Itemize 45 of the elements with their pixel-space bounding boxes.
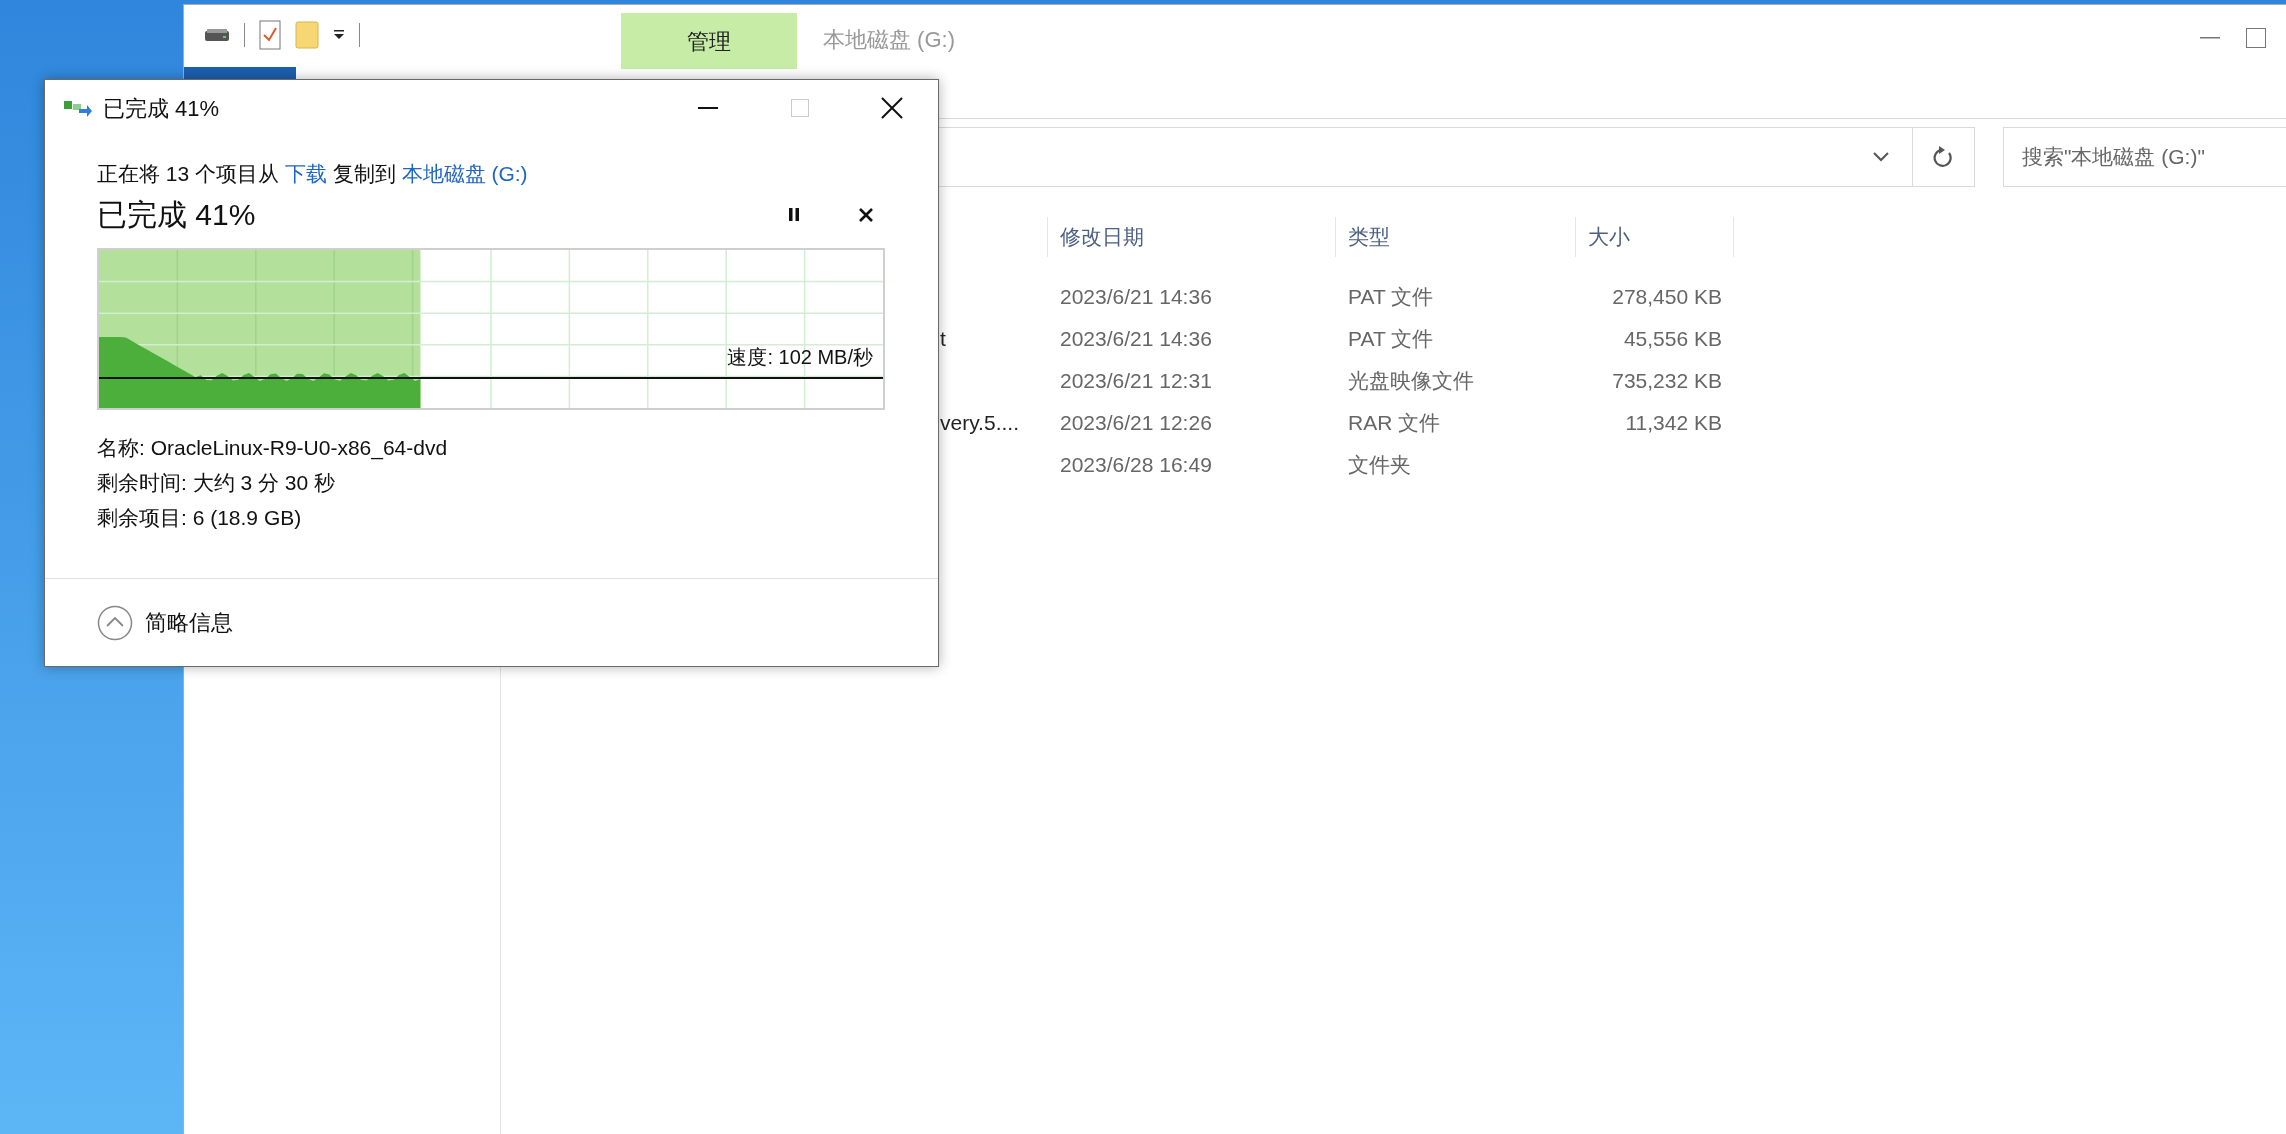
size-cell: 45,556 KB xyxy=(1623,327,1722,351)
date-cell: 2023/6/21 14:36 xyxy=(1060,327,1212,351)
properties-icon[interactable] xyxy=(259,20,281,50)
detail-line: 剩余项目: 6 (18.9 GB) xyxy=(97,504,303,531)
chevron-circle-icon xyxy=(97,604,133,641)
minimize-icon xyxy=(698,107,718,109)
details-toggle[interactable]: 简略信息 xyxy=(97,604,233,641)
date-cell: 2023/6/21 14:36 xyxy=(1060,285,1212,309)
type-cell: RAR 文件 xyxy=(1348,411,1441,435)
column-header[interactable]: 类型 xyxy=(1336,217,1576,257)
dialog-title: 已完成 41% xyxy=(103,94,220,123)
drive-icon[interactable] xyxy=(204,28,230,42)
speed-label: 速度: 102 MB/秒 xyxy=(727,344,873,370)
close-icon xyxy=(881,97,903,119)
folder-link[interactable]: 本地磁盘 (G:) xyxy=(401,162,528,185)
maximize-icon xyxy=(791,99,809,117)
ribbon-tab[interactable]: 管理 xyxy=(621,13,797,69)
detail-line: 名称: OracleLinux-R9-U0-x86_64-dvd xyxy=(97,434,449,461)
detail-line: 剩余时间: 大约 3 分 30 秒 xyxy=(97,469,337,496)
column-header[interactable]: 修改日期 xyxy=(1048,217,1336,257)
type-cell: 光盘映像文件 xyxy=(1348,369,1474,393)
maximize-icon[interactable] xyxy=(2246,28,2266,48)
copy-message: 正在将 13 个项目从 下载 复制到 本地磁盘 (G:) xyxy=(97,161,529,187)
window-title: 本地磁盘 (G:) xyxy=(823,26,955,54)
pause-icon xyxy=(789,208,799,221)
date-cell: 2023/6/28 16:49 xyxy=(1060,453,1212,477)
date-cell: 2023/6/21 12:31 xyxy=(1060,369,1212,393)
search-field[interactable]: 搜索"本地磁盘 (G:)" xyxy=(2003,127,2286,187)
file-name[interactable]: t xyxy=(940,327,946,351)
close-icon xyxy=(859,207,873,222)
chevron-down-icon[interactable] xyxy=(1872,152,1890,162)
type-cell: 文件夹 xyxy=(1348,453,1411,477)
refresh-icon xyxy=(1932,145,1955,169)
dropdown-icon[interactable] xyxy=(333,29,345,41)
size-cell: 11,342 KB xyxy=(1625,411,1722,435)
file-name[interactable]: very.5.... xyxy=(940,411,1019,435)
copy-icon xyxy=(63,98,93,118)
size-cell: 735,232 KB xyxy=(1612,369,1722,393)
size-cell: 278,450 KB xyxy=(1612,285,1722,309)
folder-link[interactable]: 下载 xyxy=(284,162,327,185)
type-cell: PAT 文件 xyxy=(1348,327,1434,351)
column-header[interactable]: 大小 xyxy=(1576,217,1734,257)
type-cell: PAT 文件 xyxy=(1348,285,1434,309)
date-cell: 2023/6/21 12:26 xyxy=(1060,411,1212,435)
progress-heading: 已完成 41% xyxy=(97,197,256,233)
